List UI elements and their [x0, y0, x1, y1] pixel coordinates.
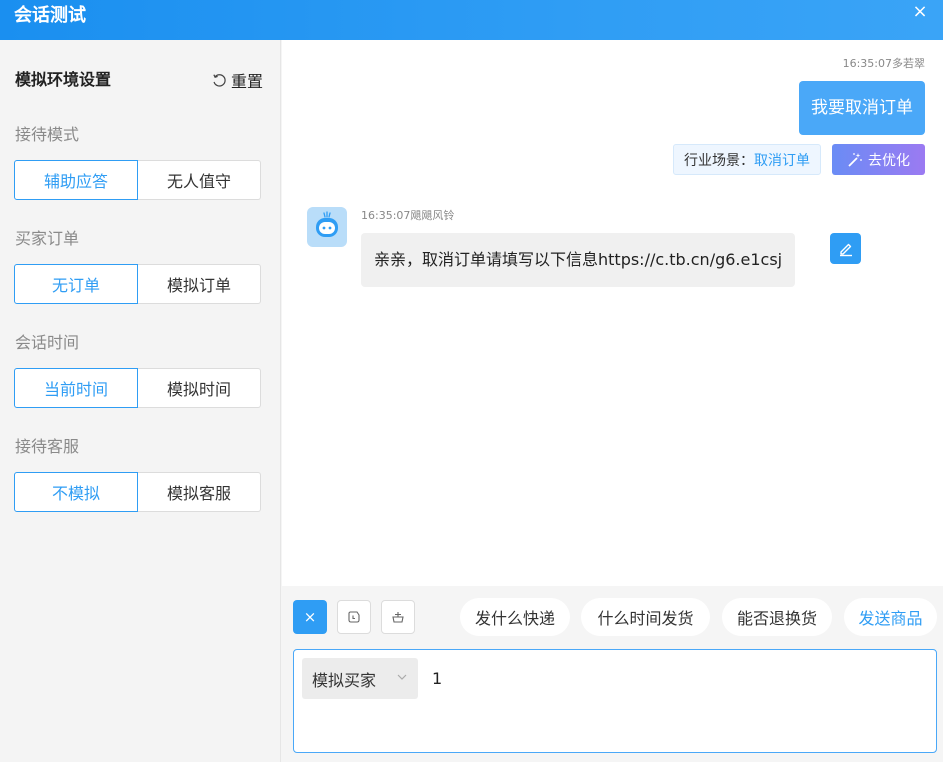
- pencil-icon: [839, 243, 852, 256]
- quick-reply-ship-time[interactable]: 什么时间发货: [581, 598, 710, 636]
- quick-reply-shipping-carrier[interactable]: 发什么快递: [460, 598, 570, 636]
- window-title: 会话测试: [14, 5, 86, 26]
- scene-tag-label: 行业场景：: [684, 152, 754, 169]
- scene-tag-value: 取消订单: [754, 152, 810, 169]
- quick-reply-send-product[interactable]: 发送商品: [844, 598, 937, 636]
- quick-reply-return-exchange[interactable]: 能否退换货: [722, 598, 832, 636]
- bot-avatar: [307, 207, 347, 247]
- basket-icon: [392, 612, 404, 623]
- optimize-label: 去优化: [868, 152, 910, 169]
- option-no-order[interactable]: 无订单: [14, 264, 138, 304]
- sidebar-title: 模拟环境设置: [15, 70, 112, 89]
- reset-label: 重置: [230, 72, 263, 91]
- optimize-button[interactable]: 去优化: [832, 144, 925, 175]
- message-input[interactable]: 1: [432, 669, 442, 688]
- agent-toggle: 不模拟 模拟客服: [14, 472, 261, 512]
- group-label-reception-mode: 接待模式: [15, 125, 80, 144]
- option-no-simulate[interactable]: 不模拟: [14, 472, 138, 512]
- chevron-down-icon: [397, 674, 407, 680]
- group-label-session-time: 会话时间: [15, 333, 80, 352]
- sidebar-header: 模拟环境设置 重置: [15, 68, 263, 92]
- chat-area: 16:35:07多若翠 我要取消订单 行业场景： 取消订单 去优化 16:35:…: [282, 40, 943, 586]
- incoming-meta: 16:35:07飓飓风铃: [361, 209, 455, 222]
- session-time-toggle: 当前时间 模拟时间: [14, 368, 261, 408]
- option-unattended[interactable]: 无人值守: [138, 160, 261, 200]
- reception-mode-toggle: 辅助应答 无人值守: [14, 160, 261, 200]
- settings-sidebar: 模拟环境设置 重置 接待模式 辅助应答 无人值守 买家订单 无订单 模拟订单 会…: [0, 40, 281, 762]
- incoming-message-bubble: 亲亲，取消订单请填写以下信息https://c.tb.cn/g6.e1csj: [361, 233, 796, 287]
- edit-button[interactable]: [830, 233, 861, 264]
- tag-icon: [348, 611, 360, 623]
- basket-tool-button[interactable]: [381, 600, 415, 634]
- scene-tag: 行业场景： 取消订单: [673, 144, 821, 175]
- option-simulated-time[interactable]: 模拟时间: [138, 368, 261, 408]
- reset-button[interactable]: 重置: [212, 68, 263, 92]
- outgoing-meta: 16:35:07多若翠: [842, 57, 925, 70]
- close-icon[interactable]: ×: [911, 0, 929, 26]
- role-select-value: 模拟买家: [312, 670, 377, 690]
- composer: × 发什么快递 什么时间发货 能否退换货 发送商品 模拟买家 1: [282, 586, 943, 762]
- buyer-order-toggle: 无订单 模拟订单: [14, 264, 261, 304]
- group-label-buyer-order: 买家订单: [15, 229, 80, 248]
- group-label-agent: 接待客服: [15, 437, 80, 456]
- option-simulated-agent[interactable]: 模拟客服: [138, 472, 261, 512]
- option-assisted-reply[interactable]: 辅助应答: [14, 160, 138, 200]
- role-select[interactable]: 模拟买家: [302, 658, 418, 699]
- title-bar: 会话测试 ×: [0, 0, 943, 40]
- message-input-box[interactable]: 模拟买家 1: [293, 649, 937, 753]
- outgoing-message-bubble: 我要取消订单: [799, 81, 925, 135]
- option-simulated-order[interactable]: 模拟订单: [138, 264, 261, 304]
- robot-icon: [316, 211, 338, 237]
- clear-button[interactable]: ×: [293, 600, 327, 634]
- option-current-time[interactable]: 当前时间: [14, 368, 138, 408]
- magic-wand-icon: [848, 152, 862, 167]
- refresh-icon: [213, 73, 226, 87]
- tag-tool-button[interactable]: [337, 600, 371, 634]
